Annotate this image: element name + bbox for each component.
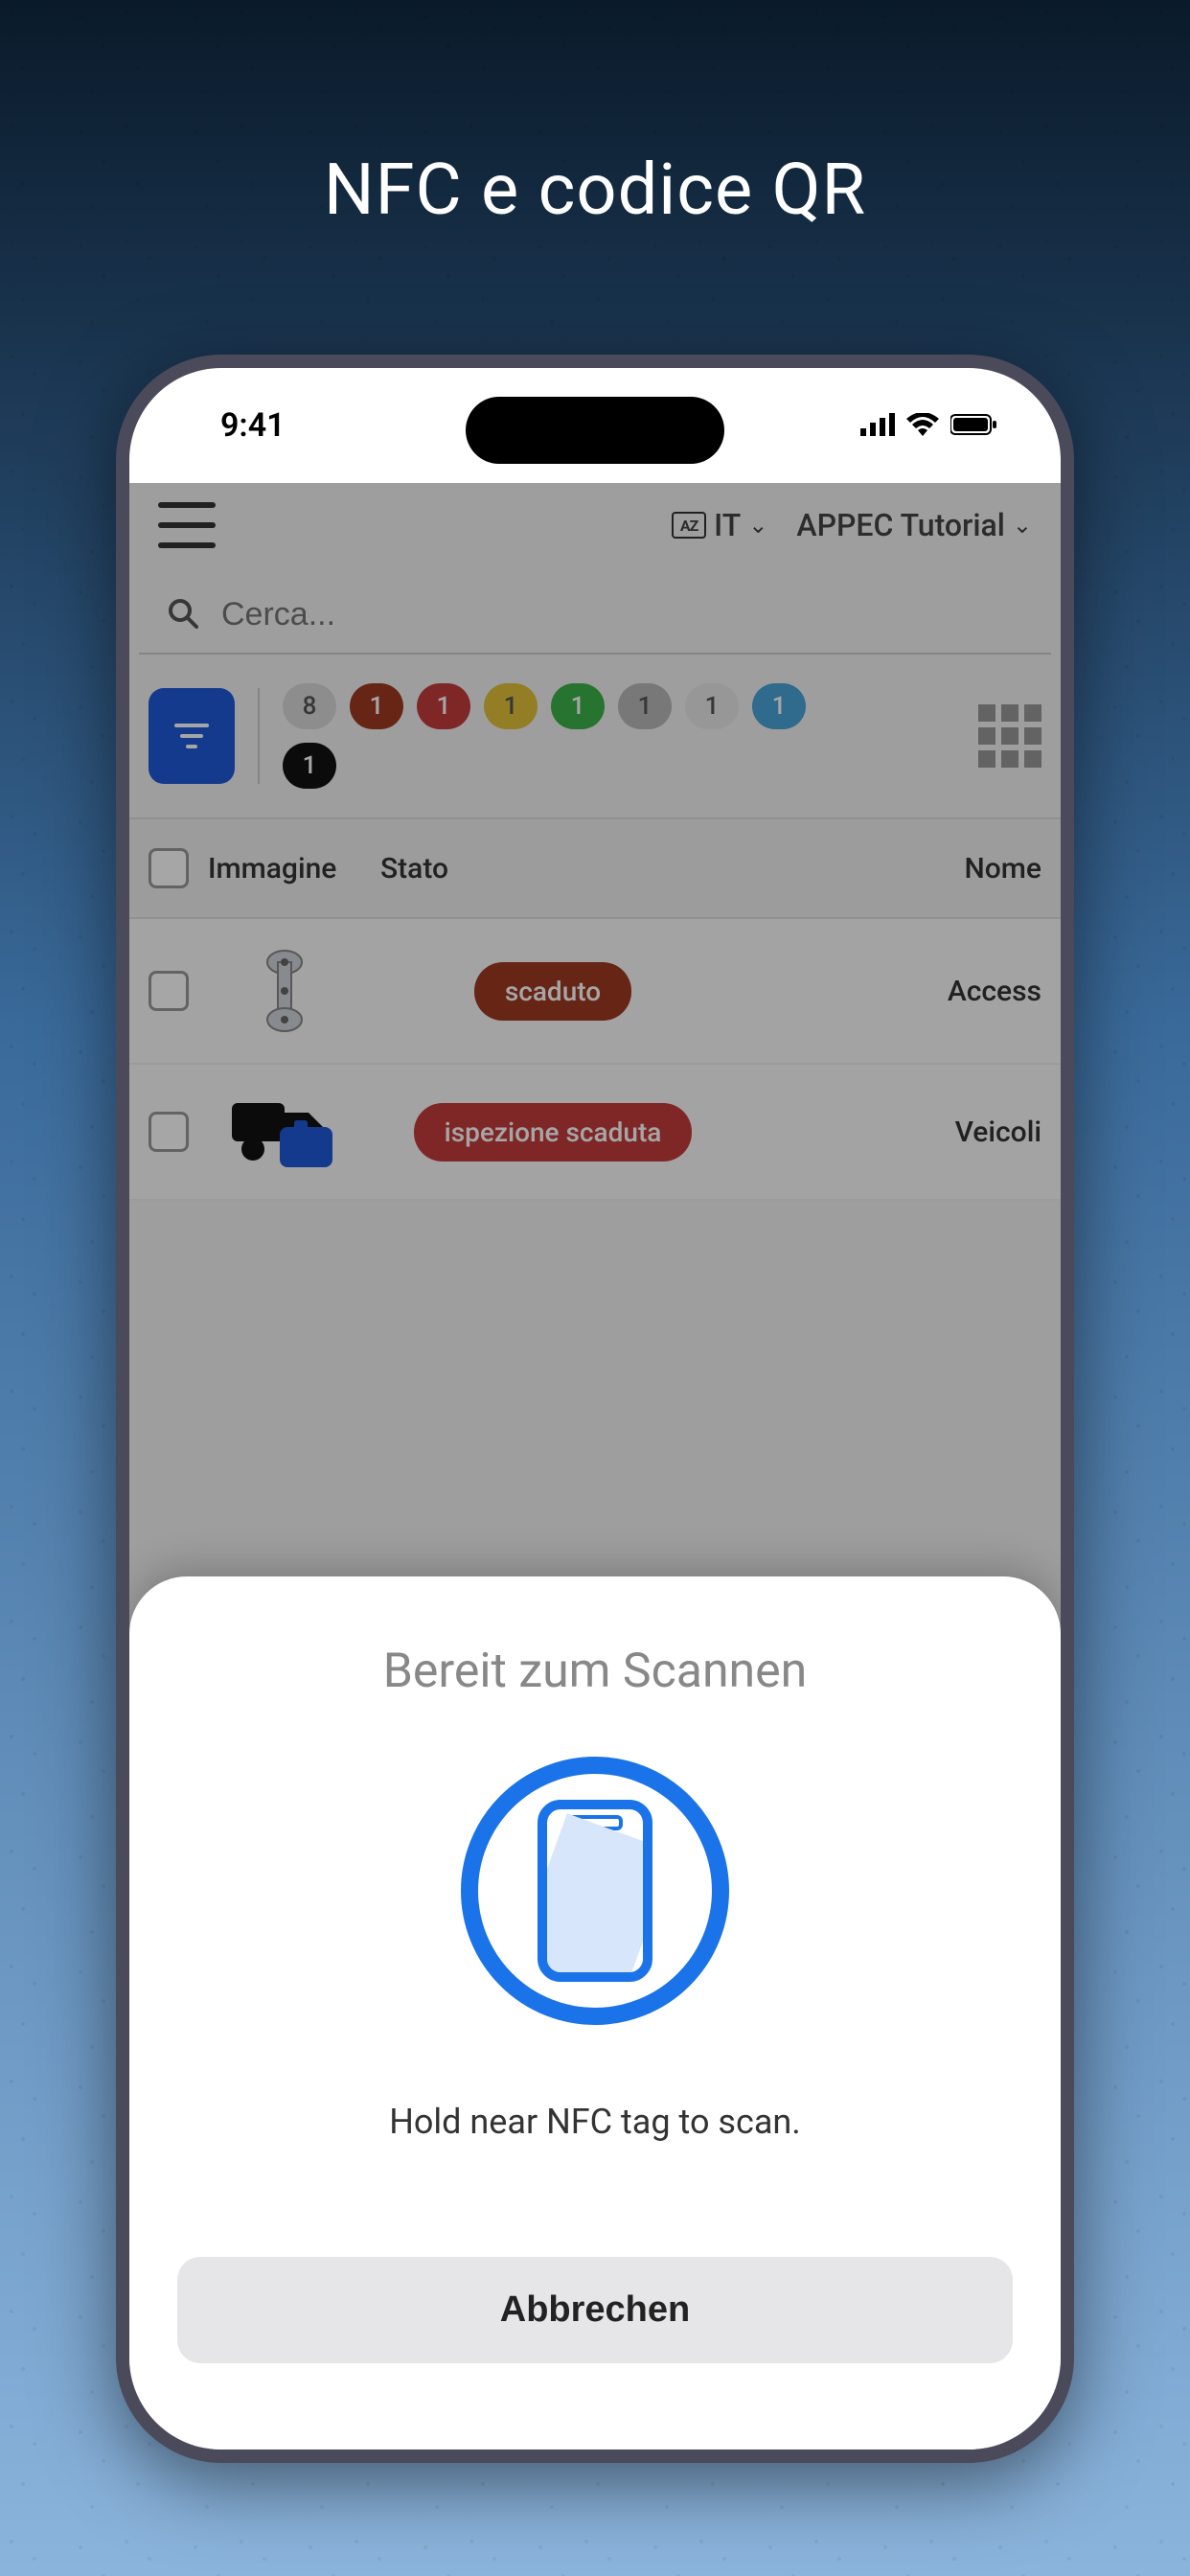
- battery-icon: [950, 406, 998, 445]
- app-body: AZ IT ⌄ APPEC Tutorial ⌄: [129, 483, 1061, 2450]
- wifi-icon: [906, 406, 939, 445]
- nfc-cancel-button[interactable]: Abbrechen: [177, 2257, 1013, 2363]
- dynamic-island: [466, 397, 724, 464]
- marketing-title: NFC e codice QR: [0, 149, 1190, 232]
- phone-frame: 9:41 AZ: [116, 355, 1074, 2463]
- nfc-scan-sheet: Bereit zum Scannen Hold near NFC tag to …: [129, 1576, 1061, 2450]
- nfc-sheet-title: Bereit zum Scannen: [177, 1644, 1013, 1699]
- nfc-phone-icon: [461, 1757, 729, 2025]
- nfc-sheet-message: Hold near NFC tag to scan.: [177, 2102, 1013, 2142]
- cellular-icon: [860, 406, 895, 445]
- phone-screen: 9:41 AZ: [129, 368, 1061, 2450]
- status-time: 9:41: [192, 406, 286, 445]
